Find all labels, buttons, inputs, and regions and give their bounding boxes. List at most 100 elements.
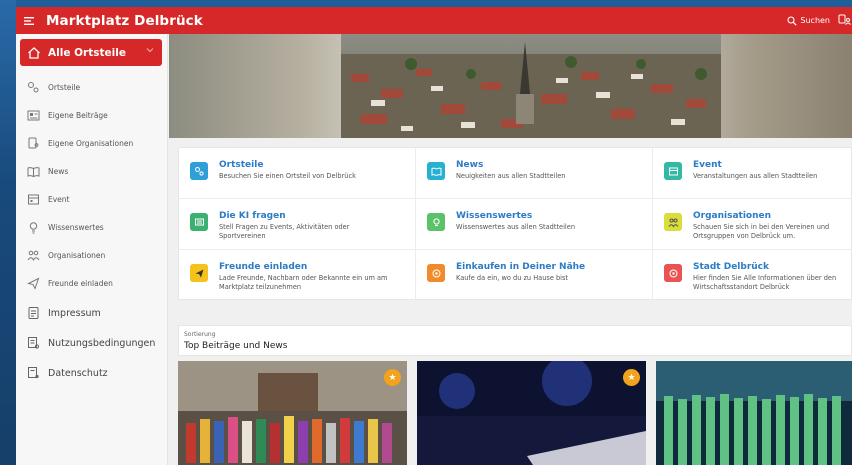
people-icon — [26, 248, 40, 262]
post-image-concert-photo — [417, 361, 646, 465]
card-einkaufen[interactable]: Einkaufen in Deiner Nähe Kaufe da ein, wo… — [416, 250, 653, 301]
shop-icon — [427, 264, 445, 282]
sidebar-item-freunde-einladen[interactable]: Freunde einladen — [16, 276, 166, 290]
account-icon[interactable] — [838, 14, 852, 27]
send-icon — [26, 276, 40, 290]
terms-icon — [26, 336, 40, 350]
home-icon — [28, 46, 40, 59]
privacy-icon — [26, 366, 40, 380]
sidebar-item-label: Nutzungsbedingungen — [48, 337, 156, 349]
card-title: Ortsteile — [219, 160, 264, 170]
card-description: Stell Fragen zu Events, Aktivitäten oder… — [219, 223, 350, 240]
desktop-background-top — [0, 0, 852, 7]
hero-town-photo — [341, 34, 721, 138]
post-image-group-photo — [178, 361, 407, 465]
card-description: Hier finden Sie Alle Informationen über … — [693, 274, 837, 291]
card-description: Besuchen Sie einen Ortsteil von Delbrück — [219, 172, 356, 180]
card-title: Einkaufen in Deiner Nähe — [456, 262, 586, 272]
featured-star-icon: ★ — [623, 369, 640, 386]
send-icon — [190, 264, 208, 282]
top-right-actions: Suchen — [787, 7, 852, 34]
calendar-icon — [26, 192, 40, 206]
card-title: Organisationen — [693, 211, 772, 221]
city-icon — [664, 264, 682, 282]
sidebar-item-label: Ortsteile — [48, 82, 81, 92]
card-title: Freunde einladen — [219, 262, 308, 272]
card-description: Veranstaltungen aus allen Stadtteilen — [693, 172, 818, 180]
post-card-1[interactable]: ★ — [178, 361, 407, 465]
sidebar-item-wissenswertes[interactable]: Wissenswertes — [16, 220, 166, 234]
sidebar: Alle Ortsteile Ortsteile Eigene Beiträge… — [16, 34, 168, 465]
card-description: Wissenswertes aus allen Stadtteilen — [456, 223, 575, 231]
card-wissenswertes[interactable]: Wissenswertes Wissenswertes aus allen Sta… — [416, 199, 653, 250]
sidebar-item-label: News — [48, 166, 69, 176]
sidebar-item-ortsteile[interactable]: Ortsteile — [16, 80, 166, 94]
card-ki-fragen[interactable]: Die KI fragen Stell Fragen zu Events, Akt… — [179, 199, 416, 250]
sidebar-item-impressum[interactable]: Impressum — [16, 306, 166, 320]
hero-banner — [169, 34, 852, 138]
sidebar-item-label: Wissenswertes — [48, 222, 104, 232]
sidebar-item-label: Freunde einladen — [48, 278, 113, 288]
card-ortsteile[interactable]: Ortsteile Besuchen Sie einen Ortsteil von… — [179, 148, 416, 199]
map-pin-icon — [190, 162, 208, 180]
sidebar-item-label: Eigene Beiträge — [48, 110, 108, 120]
card-news[interactable]: News Neuigkeiten aus allen Stadtteilen — [416, 148, 653, 199]
sidebar-item-news[interactable]: News — [16, 164, 166, 178]
newspaper-icon — [26, 108, 40, 122]
search-label: Suchen — [800, 16, 830, 25]
sidebar-item-label: Datenschutz — [48, 367, 108, 379]
lightbulb-icon — [427, 213, 445, 231]
sidebar-item-organisationen[interactable]: Organisationen — [16, 248, 166, 262]
calendar-icon — [664, 162, 682, 180]
post-card-3[interactable] — [656, 361, 852, 465]
card-freunde-einladen[interactable]: Freunde einladen Lade Freunde, Nachbarn o… — [179, 250, 416, 301]
sort-value: Top Beiträge und News — [184, 341, 288, 351]
card-organisationen[interactable]: Organisationen Schauen Sie sich in bei de… — [653, 199, 852, 250]
app-title[interactable]: Marktplatz Delbrück — [46, 13, 203, 29]
card-title: News — [456, 160, 484, 170]
top-bar: Marktplatz Delbrück Suchen — [16, 7, 852, 34]
sidebar-item-eigene-beitraege[interactable]: Eigene Beiträge — [16, 108, 166, 122]
card-stadt-delbrueck[interactable]: Stadt Delbrück Hier finden Sie Alle Info… — [653, 250, 852, 301]
sidebar-item-label: Organisationen — [48, 250, 106, 260]
card-title: Event — [693, 160, 722, 170]
book-icon — [26, 164, 40, 178]
card-description: Schauen Sie sich in bei den Vereinen und… — [693, 223, 830, 240]
post-image-stage-photo — [656, 361, 852, 465]
sidebar-item-eigene-organisationen[interactable]: Eigene Organisationen — [16, 136, 166, 150]
search-icon — [787, 15, 798, 26]
people-icon — [664, 213, 682, 231]
hamburger-menu-icon[interactable] — [20, 11, 40, 31]
sidebar-item-event[interactable]: Event — [16, 192, 166, 206]
post-card-2[interactable]: ★ — [417, 361, 646, 465]
desktop-background-left — [0, 0, 16, 465]
sidebar-item-label: Eigene Organisationen — [48, 138, 134, 148]
lightbulb-icon — [26, 220, 40, 234]
book-icon — [427, 162, 445, 180]
main-content: Ortsteile Besuchen Sie einen Ortsteil von… — [169, 34, 852, 465]
chat-icon — [190, 213, 208, 231]
card-title: Stadt Delbrück — [693, 262, 770, 272]
sidebar-item-label: Event — [48, 194, 70, 204]
card-description: Lade Freunde, Nachbarn oder Bekannte ein… — [219, 274, 388, 291]
card-description: Neuigkeiten aus allen Stadtteilen — [456, 172, 566, 180]
card-description: Kaufe da ein, wo du zu Hause bist — [456, 274, 569, 282]
card-title: Die KI fragen — [219, 211, 286, 221]
sidebar-item-datenschutz[interactable]: Datenschutz — [16, 366, 166, 380]
sort-label: Sortierung — [184, 331, 216, 338]
document-icon — [26, 306, 40, 320]
search-button[interactable]: Suchen — [787, 15, 830, 26]
sort-select[interactable]: Sortierung Top Beiträge und News — [178, 325, 852, 356]
app-window: Marktplatz Delbrück Suchen Alle Ortsteil… — [16, 7, 852, 465]
chevron-down-icon[interactable] — [146, 47, 154, 53]
featured-star-icon: ★ — [384, 369, 401, 386]
sidebar-active-label: Alle Ortsteile — [48, 46, 126, 59]
sidebar-item-nutzungsbedingungen[interactable]: Nutzungsbedingungen — [16, 336, 166, 350]
map-pin-icon — [26, 80, 40, 94]
feature-cards: Ortsteile Besuchen Sie einen Ortsteil von… — [178, 147, 852, 301]
sidebar-item-alle-ortsteile[interactable]: Alle Ortsteile — [20, 39, 162, 66]
sidebar-item-label: Impressum — [48, 307, 101, 319]
card-title: Wissenswertes — [456, 211, 533, 221]
org-icon — [26, 136, 40, 150]
card-event[interactable]: Event Veranstaltungen aus allen Stadtteil… — [653, 148, 852, 199]
